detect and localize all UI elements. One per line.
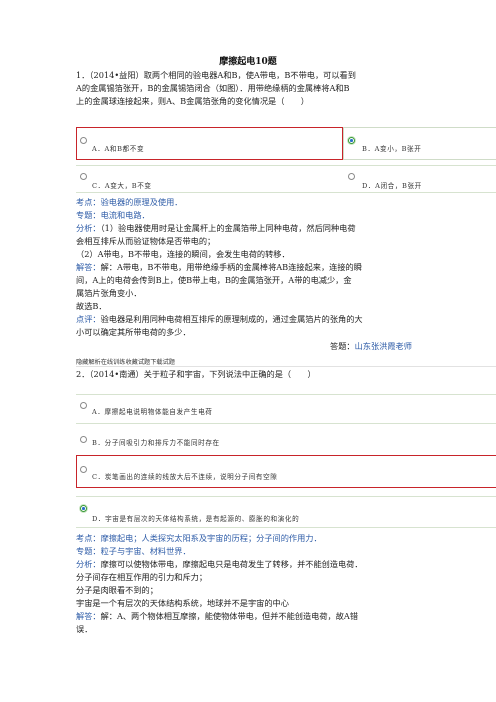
q1-radio-a[interactable]: [80, 137, 87, 144]
q1-jieda-line-1: 解：A带电，B不带电，用带绝缘手柄的金属棒将AB连接起来，连接的瞬: [100, 262, 362, 272]
q2-fenxi-line-3: 分子是肉眼看不到的；: [76, 585, 158, 595]
q2-option-d[interactable]: D．宇宙是有层次的天体结构系统，是有起源的、膨胀的和演化的: [92, 513, 299, 523]
q2-radio-c[interactable]: [80, 466, 87, 473]
q2-option-c[interactable]: C．炭笔画出的连续的线放大后不连续，说明分子间有空隙: [92, 471, 278, 481]
q1-stem-line-2: A的金属锡箔张开，B的金属锡箔闭合（如图）．用带绝缘柄的金属棒将A和B: [76, 83, 350, 93]
q1-jieda-line-4: 故选B．: [76, 301, 107, 311]
q1-option-c[interactable]: C．A变大，B不变: [92, 180, 152, 190]
q1-option-d[interactable]: D．A闭合，B张开: [362, 180, 422, 190]
q2-radio-a[interactable]: [80, 402, 87, 409]
q2-option-a[interactable]: A．摩擦起电说明物体能自发产生电荷: [92, 406, 212, 416]
q1-option-a[interactable]: A．A和B都不变: [92, 143, 144, 153]
divider: [76, 366, 496, 367]
divider: [76, 394, 496, 395]
divider: [76, 527, 496, 528]
q1-jieda-line-3: 属箔片张角变小．: [76, 288, 142, 298]
q1-fenxi-line-2: 会相互排斥从而验证物体是否带电的；: [76, 236, 216, 246]
q2-option-b[interactable]: B．分子间吸引力和排斥力不能同时存在: [92, 437, 220, 447]
q1-radio-b[interactable]: [348, 137, 355, 144]
divider: [76, 192, 496, 193]
q2-zhuanti: 专题：粒子与宇宙、材料世界．: [76, 546, 191, 556]
q1-jieda-line-2: 间，A上的电荷会传到B上，使B带上电，B的金属箔张开，A带的电减少，金: [76, 275, 352, 285]
q2-fenxi-label: 分析：: [76, 559, 101, 569]
q1-answerer-label: 答题：: [330, 341, 355, 351]
q1-fenxi-line-1: （1）验电器使用时是让金属杆上的金属箔带上同种电荷，然后同种电荷: [100, 223, 356, 233]
q1-kaodian: 考点：验电器的原理及使用．: [76, 197, 183, 207]
page-title: 摩擦起电10题: [219, 57, 277, 67]
q1-stem-line-3: 上的金属球连接起来，则A、B金属箔张角的变化情况是（ ）: [76, 96, 309, 106]
q1-fenxi-label: 分析：: [76, 223, 101, 233]
q2-jieda-label: 解答：: [76, 611, 101, 621]
q1-jieda-label: 解答：: [76, 262, 101, 272]
q2-fenxi-line-4: 宇宙是一个有层次的天体结构系统，地球并不是宇宙的中心: [76, 598, 289, 608]
q1-dianping-line-1: 验电器是利用同种电荷相互排斥的原理制成的，通过金属箔片的张角的大: [100, 314, 363, 324]
q1-radio-d[interactable]: [348, 173, 355, 180]
q1-option-b[interactable]: B．A变小，B张开: [362, 143, 421, 153]
q1-fenxi-line-3: （2）A带电，B不带电，连接的瞬间，会发生电荷的转移．: [76, 249, 290, 259]
q1-footer-links[interactable]: 隐藏解析在线训练收藏试题下载试题: [76, 357, 175, 366]
divider: [76, 496, 496, 497]
q2-fenxi-line-2: 分子间存在相互作用的引力和斥力；: [76, 572, 208, 582]
q2-stem: 2．（2014•南通）关于粒子和宇宙，下列说法中正确的是（ ）: [76, 369, 316, 379]
q1-dianping-label: 点评：: [76, 314, 101, 324]
divider: [76, 423, 496, 424]
q1-zhuanti: 专题：电流和电路．: [76, 210, 150, 220]
q1-radio-c[interactable]: [80, 173, 87, 180]
q1-stem-line-1: 1．（2014•益阳）取两个相同的验电器A和B，使A带电，B不带电，可以看到: [76, 70, 356, 80]
q2-jieda-line-1: 解：A、两个物体相互摩擦，能使物体带电，但并不能创造电荷，故A错: [100, 611, 359, 621]
q1-dianping-line-2: 小可以确定其所带电荷的多少．: [76, 327, 191, 337]
divider: [76, 165, 496, 166]
q2-radio-b[interactable]: [80, 436, 87, 443]
q1-answerer: 山东张洪霞老师: [354, 341, 412, 351]
q2-jieda-line-2: 误．: [76, 624, 93, 634]
q2-kaodian: 考点：摩擦起电；人类探究太阳系及宇宙的历程；分子间的作用力．: [76, 533, 322, 543]
q2-fenxi-line-1: 摩擦可以使物体带电，摩擦起电只是电荷发生了转移，并不能创造电荷．: [100, 559, 363, 569]
q2-radio-d[interactable]: [80, 505, 87, 512]
